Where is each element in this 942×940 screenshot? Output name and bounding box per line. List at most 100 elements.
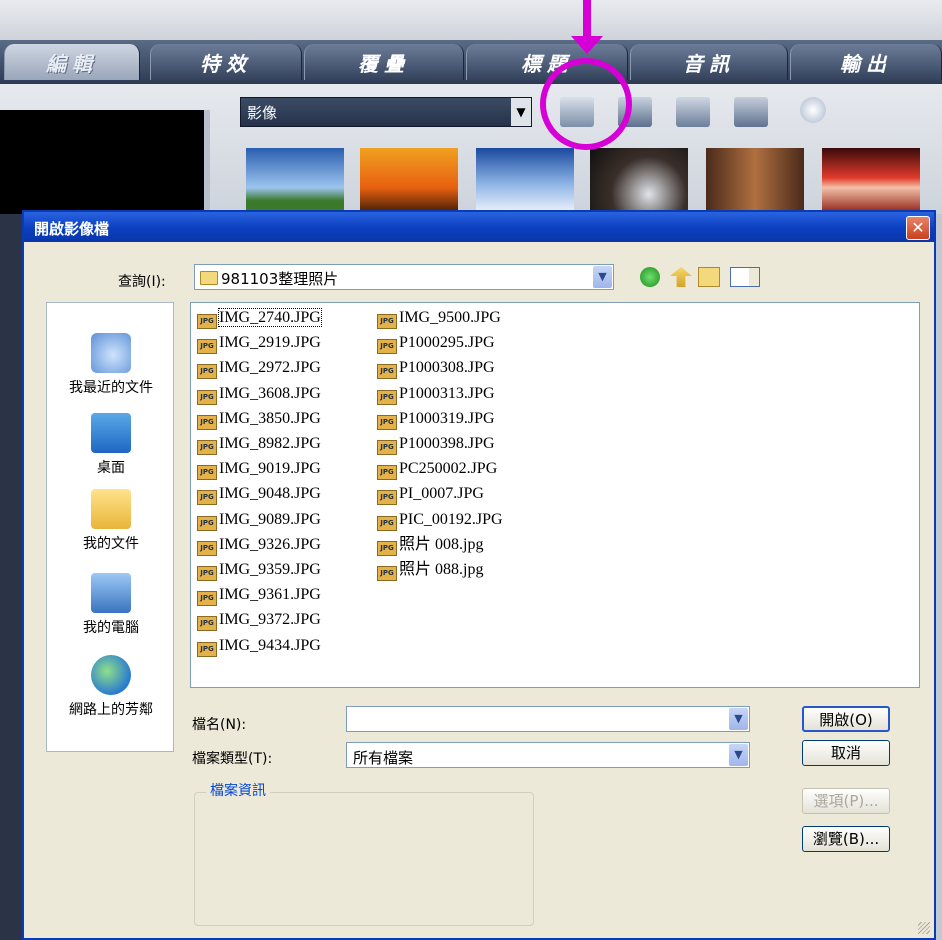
annotation-circle xyxy=(540,58,632,150)
app-left-strip xyxy=(0,214,22,940)
list-item[interactable]: JPG IMG_3850.JPG xyxy=(197,408,321,430)
chevron-down-icon[interactable]: ▼ xyxy=(593,266,612,288)
view-options-icon[interactable] xyxy=(676,97,710,127)
list-item[interactable]: JPG IMG_9500.JPG xyxy=(377,307,501,329)
tab-output[interactable]: 輸出 xyxy=(790,44,942,80)
place-desktop[interactable]: 桌面 xyxy=(47,413,175,477)
file-name: IMG_3608.JPG xyxy=(219,384,321,402)
file-name: P1000398.JPG xyxy=(399,435,495,452)
preview-window xyxy=(0,110,210,214)
expand-icon[interactable] xyxy=(800,97,826,123)
tab-overlay[interactable]: 覆疊 xyxy=(304,44,464,80)
list-item[interactable]: JPG P1000308.JPG xyxy=(377,357,495,380)
list-item[interactable]: JPG IMG_9372.JPG xyxy=(197,609,321,632)
file-name: P1000308.JPG xyxy=(399,359,495,377)
jpg-file-icon: JPG xyxy=(197,339,217,355)
jpg-file-icon: JPG xyxy=(377,540,397,556)
places-bar: 我最近的文件 桌面 我的文件 我的電腦 網路上的芳鄰 xyxy=(46,302,174,752)
library-thumbnail[interactable] xyxy=(246,148,344,214)
open-image-dialog: 開啟影像檔 ✕ 查詢(I): 981103整理照片 ▼ 我最近的文件 桌面 我的… xyxy=(22,210,936,940)
list-item[interactable]: JPG IMG_9434.JPG xyxy=(197,635,321,657)
list-item[interactable]: JPG IMG_9326.JPG xyxy=(197,534,321,556)
file-name: IMG_9500.JPG xyxy=(399,309,501,326)
list-item[interactable]: JPG P1000398.JPG xyxy=(377,433,495,455)
place-label: 我的電腦 xyxy=(83,620,139,636)
new-folder-icon[interactable] xyxy=(698,267,720,287)
lookin-label: 查詢(I): xyxy=(118,274,166,290)
list-item[interactable]: JPG IMG_9089.JPG xyxy=(197,509,321,531)
list-item[interactable]: JPG IMG_3608.JPG xyxy=(197,383,321,405)
jpg-file-icon: JPG xyxy=(197,414,217,430)
close-icon[interactable]: ✕ xyxy=(906,216,930,240)
list-item[interactable]: JPG IMG_2740.JPG xyxy=(197,307,322,329)
library-thumbnail[interactable] xyxy=(822,148,920,214)
list-item[interactable]: JPG 照片 008.jpg xyxy=(377,534,483,556)
list-item[interactable]: JPG IMG_9019.JPG xyxy=(197,458,321,481)
filename-label: 檔名(N): xyxy=(192,717,247,733)
list-item[interactable]: JPG PIC_00192.JPG xyxy=(377,509,503,531)
chevron-down-icon[interactable]: ▼ xyxy=(511,98,531,126)
dialog-title-bar[interactable]: 開啟影像檔 ✕ xyxy=(24,212,934,242)
list-item[interactable]: JPG 照片 088.jpg xyxy=(377,559,483,581)
jpg-file-icon: JPG xyxy=(377,364,397,380)
list-item[interactable]: JPG IMG_2972.JPG xyxy=(197,357,321,380)
resize-grip[interactable] xyxy=(918,922,930,934)
file-name: IMG_9434.JPG xyxy=(219,636,321,654)
options-button: 選項(P)... xyxy=(802,788,890,814)
list-item[interactable]: JPG P1000295.JPG xyxy=(377,332,495,355)
file-name: IMG_9359.JPG xyxy=(219,561,321,578)
chevron-down-icon[interactable]: ▼ xyxy=(729,708,748,730)
file-name: IMG_9372.JPG xyxy=(219,611,321,629)
tab-effects[interactable]: 特效 xyxy=(150,44,302,80)
up-folder-icon[interactable] xyxy=(670,267,692,287)
list-item[interactable]: JPG PI_0007.JPG xyxy=(377,483,484,506)
place-label: 桌面 xyxy=(97,460,125,476)
jpg-file-icon: JPG xyxy=(377,515,397,531)
list-item[interactable]: JPG IMG_9361.JPG xyxy=(197,584,321,607)
back-icon[interactable] xyxy=(640,267,660,287)
library-thumbnail[interactable] xyxy=(590,148,688,214)
file-info-legend: 檔案資訊 xyxy=(206,780,270,800)
tab-audio[interactable]: 音訊 xyxy=(630,44,788,80)
app-title-strip xyxy=(0,0,942,40)
library-thumbnail[interactable] xyxy=(360,148,458,214)
file-name: IMG_8982.JPG xyxy=(219,435,321,452)
jpg-file-icon: JPG xyxy=(197,591,217,607)
my-computer-icon xyxy=(91,573,131,613)
chevron-down-icon[interactable]: ▼ xyxy=(729,744,748,766)
lookin-dropdown[interactable]: 981103整理照片 ▼ xyxy=(194,264,614,290)
cancel-button[interactable]: 取消 xyxy=(802,740,890,766)
list-item[interactable]: JPG P1000313.JPG xyxy=(377,383,495,405)
list-item[interactable]: JPG IMG_8982.JPG xyxy=(197,433,321,455)
place-my-documents[interactable]: 我的文件 xyxy=(47,489,175,553)
filetype-dropdown[interactable]: 所有檔案 ▼ xyxy=(346,742,750,768)
list-item[interactable]: JPG P1000319.JPG xyxy=(377,408,495,430)
file-name: 照片 088.jpg xyxy=(399,561,484,578)
place-label: 我的文件 xyxy=(83,536,139,552)
library-thumbnail[interactable] xyxy=(476,148,574,214)
jpg-file-icon: JPG xyxy=(197,515,217,531)
desktop-icon xyxy=(91,413,131,453)
views-menu-icon[interactable] xyxy=(730,267,760,287)
filename-field[interactable]: ▼ xyxy=(346,706,750,732)
jpg-file-icon: JPG xyxy=(377,339,397,355)
browse-button[interactable]: 瀏覽(B)... xyxy=(802,826,890,852)
file-list[interactable]: JPG IMG_2740.JPG JPG IMG_2919.JPG JPG IMG_297… xyxy=(190,302,920,688)
tab-edit[interactable]: 編輯 xyxy=(4,44,140,80)
library-dropdown-value: 影像 xyxy=(247,104,278,122)
file-name: IMG_2740.JPG xyxy=(218,308,322,327)
list-item[interactable]: JPG IMG_9359.JPG xyxy=(197,559,321,581)
library-thumbnail[interactable] xyxy=(706,148,804,214)
file-name: P1000313.JPG xyxy=(399,384,495,402)
my-documents-icon xyxy=(91,489,131,529)
open-button[interactable]: 開啟(O) xyxy=(802,706,890,732)
list-item[interactable]: JPG IMG_9048.JPG xyxy=(197,483,321,506)
place-recent-documents[interactable]: 我最近的文件 xyxy=(47,333,175,397)
place-my-computer[interactable]: 我的電腦 xyxy=(47,573,175,637)
list-item[interactable]: JPG PC250002.JPG xyxy=(377,458,497,481)
list-item[interactable]: JPG IMG_2919.JPG xyxy=(197,332,321,355)
file-name: IMG_9326.JPG xyxy=(219,535,321,553)
place-network[interactable]: 網路上的芳鄰 xyxy=(47,655,175,719)
sort-icon[interactable] xyxy=(734,97,768,127)
library-dropdown[interactable]: 影像 ▼ xyxy=(240,97,532,127)
